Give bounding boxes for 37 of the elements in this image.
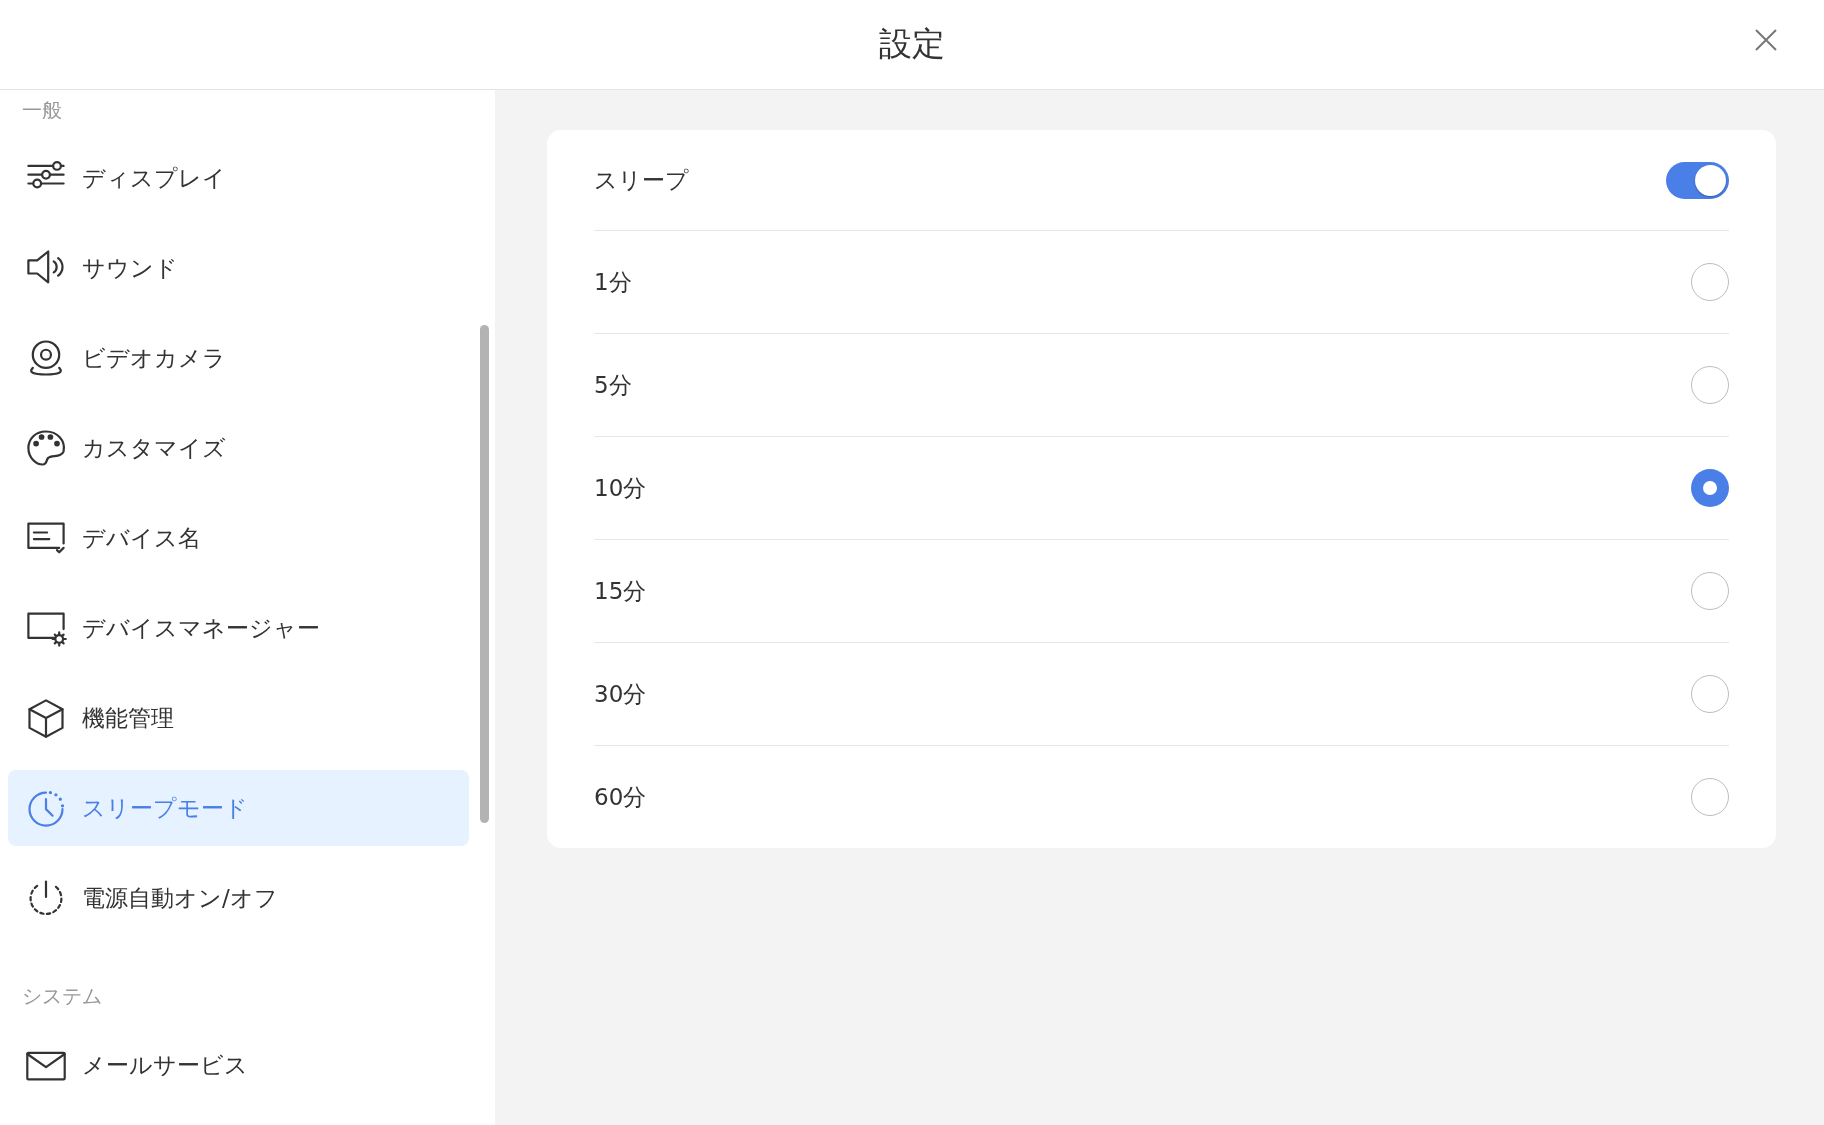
- scrollbar-thumb[interactable]: [480, 325, 489, 823]
- item-label: 機能管理: [82, 703, 174, 733]
- item-label: デバイスマネージャー: [82, 613, 320, 643]
- toggle-label: スリープ: [594, 165, 689, 195]
- option-label: 15分: [594, 576, 647, 606]
- item-label: メールサービス: [82, 1050, 248, 1080]
- radio-button[interactable]: [1691, 778, 1729, 816]
- sidebar-item[interactable]: メールサービス: [8, 1027, 469, 1103]
- radio-button[interactable]: [1691, 469, 1729, 507]
- item-label: カスタマイズ: [82, 433, 226, 463]
- window-title: 設定: [879, 23, 945, 65]
- radio-button[interactable]: [1691, 366, 1729, 404]
- radio-button[interactable]: [1691, 675, 1729, 713]
- item-label: サウンド: [82, 253, 178, 283]
- option-label: 10分: [594, 473, 647, 503]
- sidebar-item[interactable]: デバイス名: [8, 500, 469, 576]
- option-label: 1分: [594, 267, 632, 297]
- option-label: 5分: [594, 370, 632, 400]
- section-label: 一般: [22, 98, 63, 122]
- item-label: デバイス名: [82, 523, 201, 553]
- sidebar-item[interactable]: デバイスマネージャー: [8, 590, 469, 666]
- item-label: 電源自動オン/オフ: [82, 883, 278, 913]
- toggle-switch[interactable]: [1666, 161, 1729, 199]
- radio-button[interactable]: [1691, 263, 1729, 301]
- item-label: ビデオカメラ: [82, 343, 226, 373]
- sidebar-item[interactable]: 機能管理: [8, 680, 469, 756]
- section-label: システム: [22, 984, 103, 1008]
- item-label: スリープモード: [82, 793, 248, 823]
- sidebar-item[interactable]: ビデオカメラ: [8, 320, 469, 396]
- radio-button[interactable]: [1691, 572, 1729, 610]
- sidebar-item[interactable]: 電源自動オン/オフ: [8, 860, 469, 936]
- sidebar-item[interactable]: カスタマイズ: [8, 410, 469, 486]
- item-label: ディスプレイ: [82, 163, 226, 193]
- sidebar-item[interactable]: ディスプレイ: [8, 140, 469, 216]
- option-label: 30分: [594, 679, 647, 709]
- option-label: 60分: [594, 782, 647, 812]
- sidebar-item[interactable]: サウンド: [8, 230, 469, 306]
